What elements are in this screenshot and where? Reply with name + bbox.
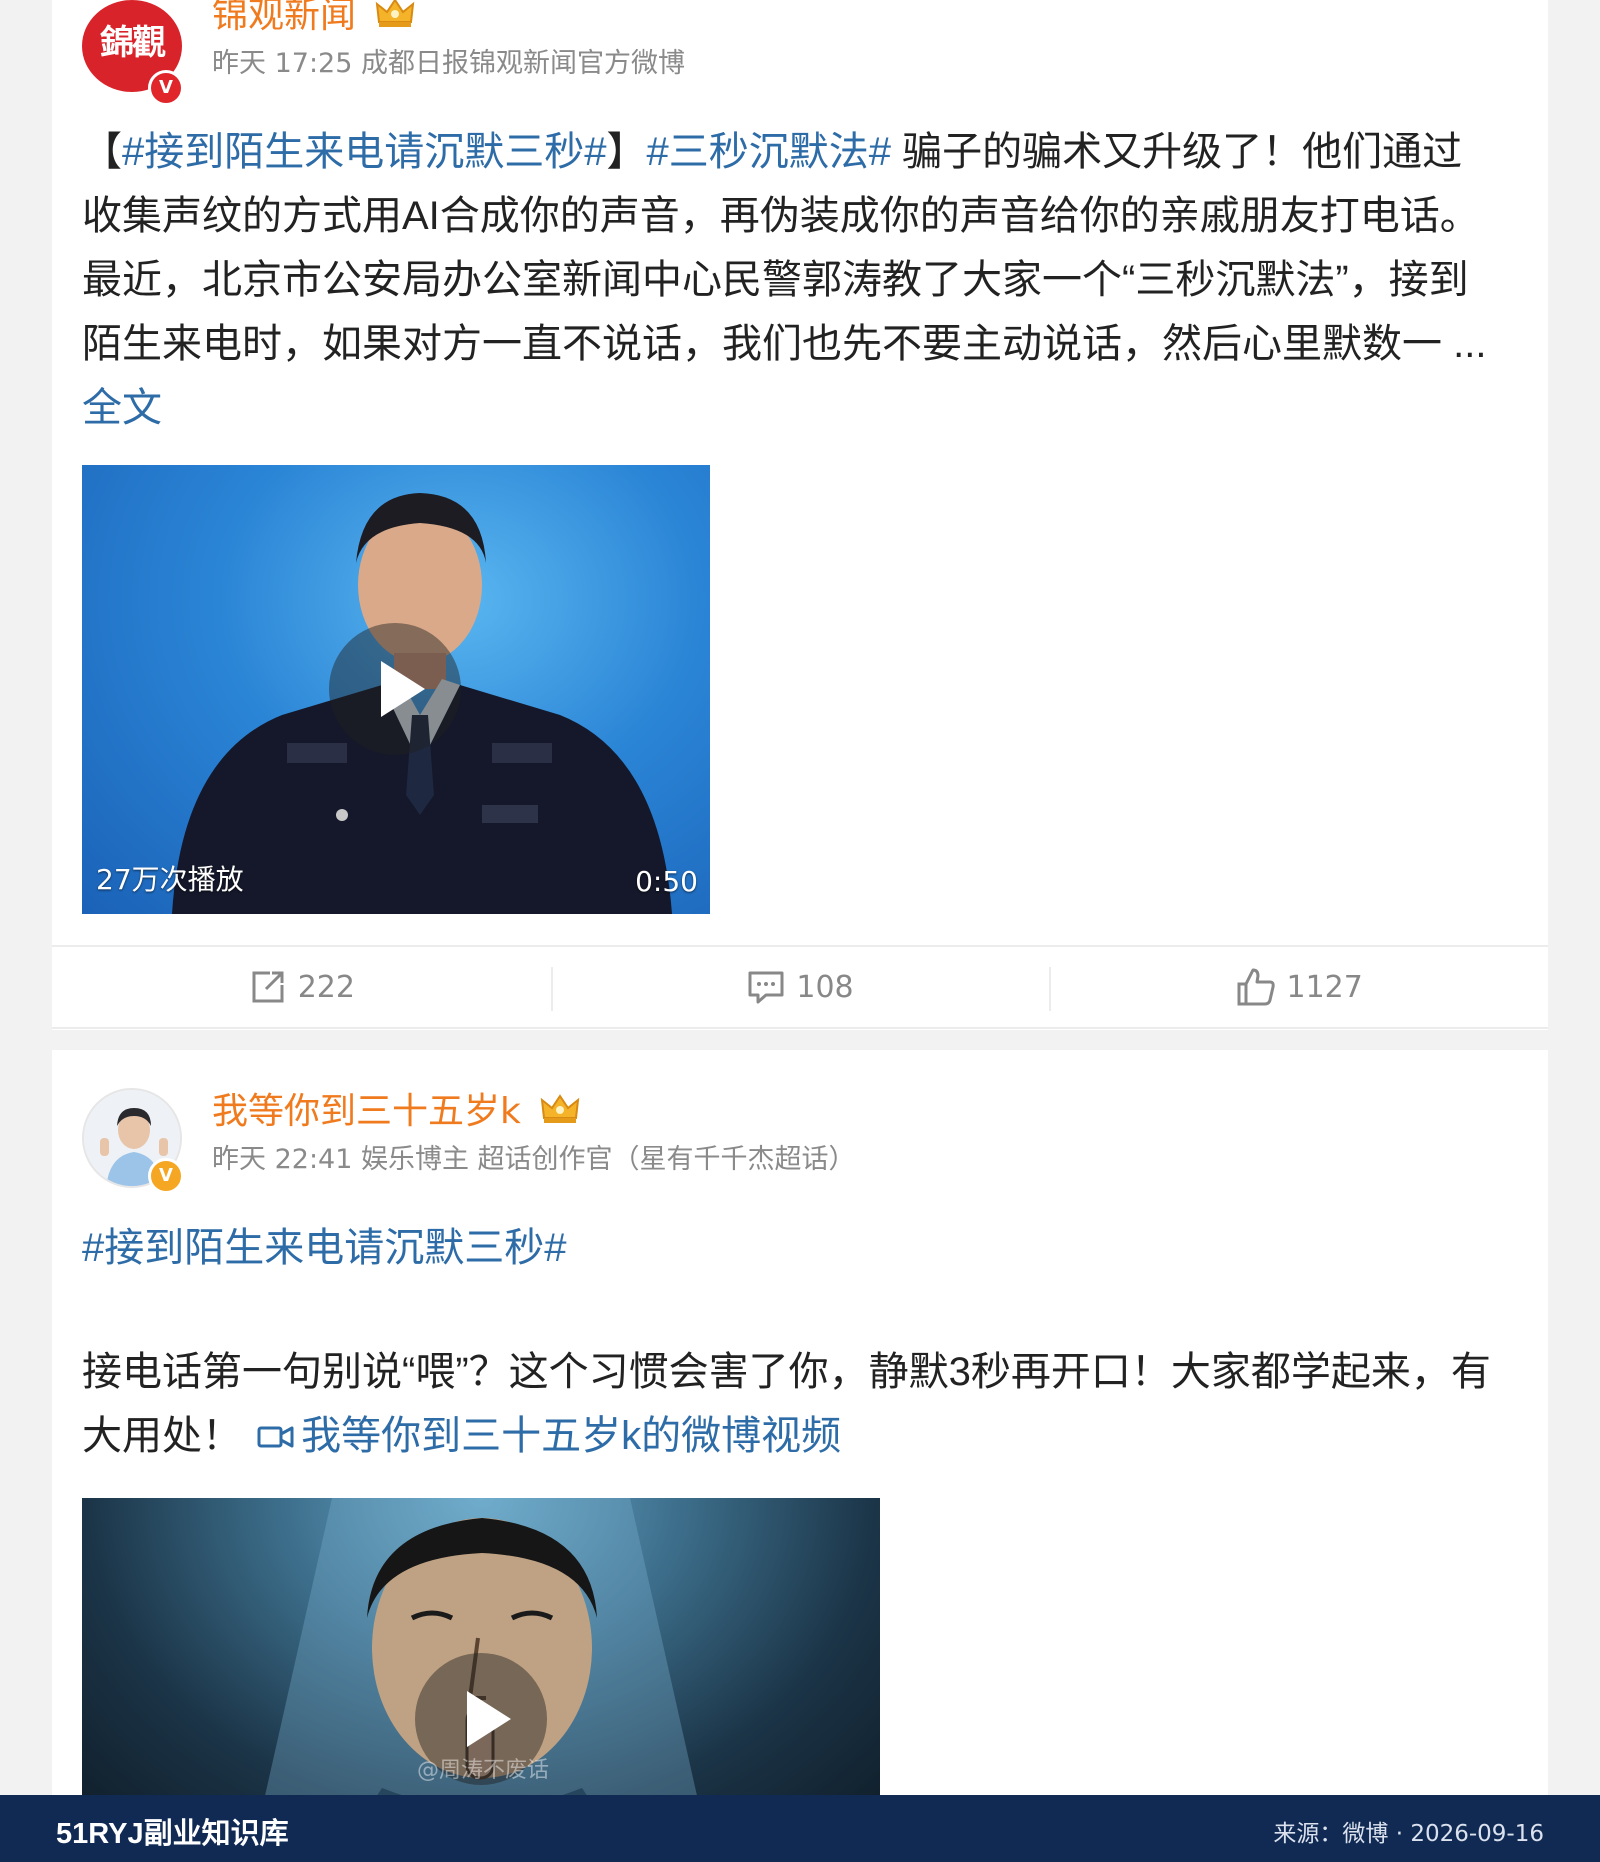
read-more-link[interactable]: 全文 [82, 386, 162, 430]
like-button[interactable]: 1127 [1049, 947, 1548, 1027]
hashtag-link[interactable]: #接到陌生来电请沉默三秒# [82, 1226, 567, 1270]
play-icon [381, 661, 425, 717]
avatar[interactable]: 錦觀 V [82, 0, 184, 106]
post-card-1: 錦觀 V 锦观新闻 昨天 17:25 成都日报锦观新闻官方微博 【#接到陌生来电… [52, 0, 1548, 1030]
comment-button[interactable]: 108 [550, 947, 1050, 1027]
username[interactable]: 锦观新闻 [212, 0, 415, 39]
video-player[interactable]: @周涛不废话 [82, 1498, 880, 1818]
play-icon [467, 1691, 511, 1747]
video-link-text[interactable]: 我等你到三十五岁k的微博视频 [301, 1414, 841, 1458]
video-link[interactable]: 我等你到三十五岁k的微博视频 [253, 1414, 841, 1458]
username[interactable]: 我等你到三十五岁k [212, 1090, 580, 1135]
post-meta: 昨天 22:41 娱乐博主 超话创作官（星有千千杰超话） [212, 1144, 856, 1175]
post-meta: 昨天 17:25 成都日报锦观新闻官方微博 [212, 48, 685, 79]
post-body: 【#接到陌生来电请沉默三秒#】#三秒沉默法# 骗子的骗术又升级了！他们通过收集声… [82, 120, 1502, 440]
verified-icon: V [148, 70, 184, 106]
crown-icon [375, 0, 415, 39]
hashtag-link[interactable]: #三秒沉默法# [647, 130, 892, 174]
username-text[interactable]: 我等你到三十五岁k [212, 1091, 521, 1132]
like-icon [1237, 968, 1275, 1006]
post-card-2: V 我等你到三十五岁k 昨天 22:41 娱乐博主 超话创作官（星有千千杰超话）… [52, 1050, 1548, 1818]
video-camera-icon [257, 1426, 294, 1448]
comment-count: 108 [796, 969, 854, 1005]
footer-brand: 51RYJ副业知识库 [56, 1818, 289, 1850]
post-body: 接电话第一句别说“喂”？这个习惯会害了你，静默3秒再开口！大家都学起来，有大用处… [82, 1340, 1502, 1468]
action-bar: 222 108 1127 [52, 945, 1548, 1029]
video-player[interactable]: 27万次播放 0:50 [82, 465, 710, 914]
play-count: 27万次播放 [96, 863, 244, 896]
like-count: 1127 [1286, 969, 1363, 1005]
video-watermark: @周涛不废话 [417, 1758, 550, 1783]
footer-source: 来源：微博 · 2026-09-16 [1273, 1821, 1544, 1847]
username-text[interactable]: 锦观新闻 [212, 0, 356, 36]
avatar[interactable]: V [82, 1088, 184, 1194]
hashtag-line: #接到陌生来电请沉默三秒# [82, 1216, 1502, 1280]
verified-icon: V [148, 1158, 184, 1194]
video-duration: 0:50 [635, 865, 698, 898]
comment-icon [748, 971, 784, 1004]
repost-icon [252, 971, 284, 1003]
repost-button[interactable]: 222 [52, 947, 551, 1027]
bracket-close: 】 [606, 130, 647, 174]
play-button[interactable] [329, 623, 461, 755]
footer-bar: 51RYJ副业知识库 来源：微博 · 2026-09-16 [0, 1795, 1600, 1862]
bracket-open: 【 [82, 130, 122, 174]
crown-icon [540, 1091, 580, 1135]
repost-count: 222 [297, 969, 355, 1005]
hashtag-link[interactable]: #接到陌生来电请沉默三秒# [122, 130, 607, 174]
